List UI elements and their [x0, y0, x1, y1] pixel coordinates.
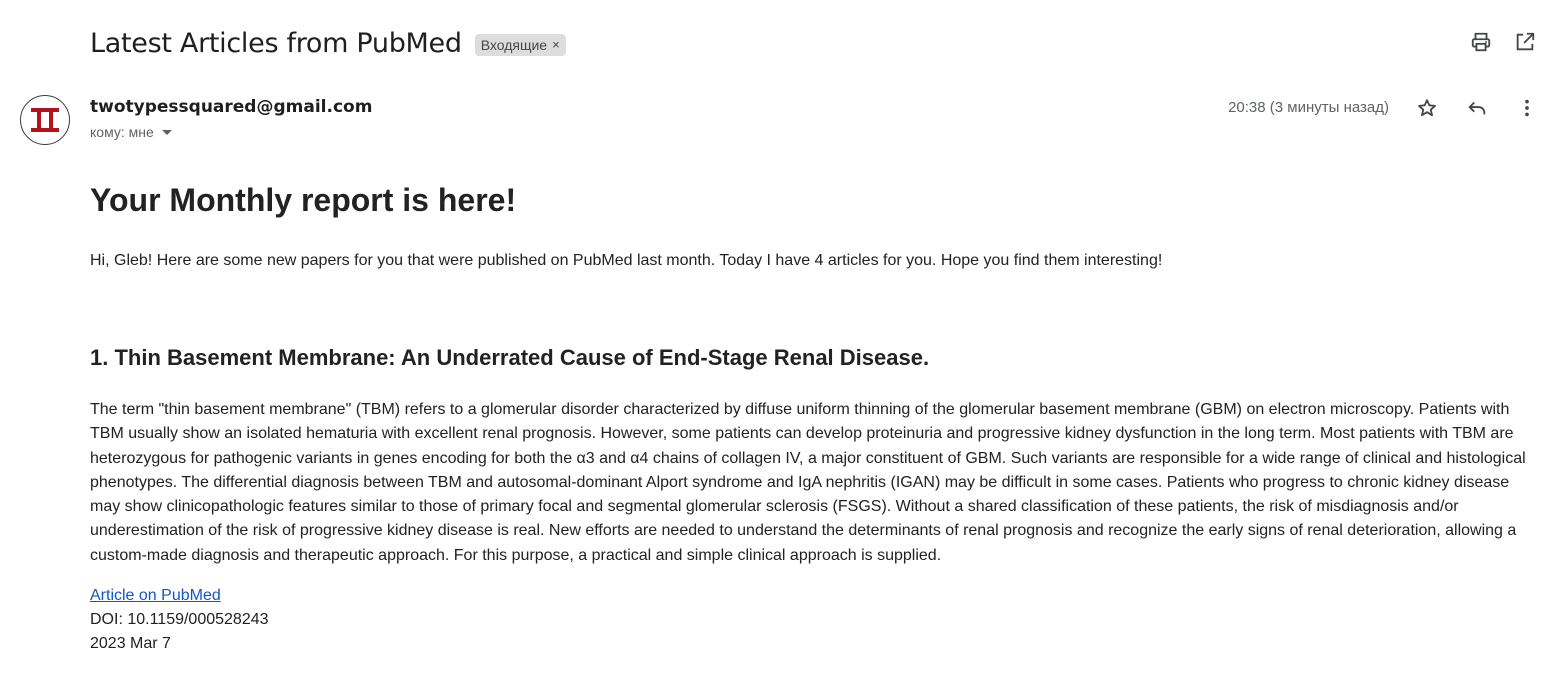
article-title: 1. Thin Basement Membrane: An Underrated… [90, 345, 930, 370]
more-vert-icon[interactable] [1515, 96, 1539, 120]
label-chip-inbox[interactable]: Входящие × [474, 33, 566, 56]
sender-email[interactable]: twotypessquared@gmail.com [90, 97, 372, 117]
article-item: 1. Thin Basement Membrane: An Underrated… [90, 343, 1540, 656]
message-body: Your Monthly report is here! Hi, Gleb! H… [90, 178, 1540, 656]
avatar-logo-icon [31, 108, 59, 132]
recipient-text: кому: мне [90, 124, 154, 140]
subject-row: Latest Articles from PubMed Входящие × [90, 26, 566, 60]
email-view: Latest Articles from PubMed Входящие × t… [0, 0, 1555, 678]
message-actions [1415, 96, 1539, 120]
open-in-new-window-icon[interactable] [1513, 30, 1537, 54]
article-doi: DOI: 10.1159/000528243 [90, 611, 269, 629]
chevron-down-icon[interactable] [161, 129, 172, 135]
message-timestamp: 20:38 (3 минуты назад) [1228, 99, 1389, 116]
report-title: Your Monthly report is here! [90, 182, 517, 218]
print-icon[interactable] [1469, 30, 1493, 54]
thread-actions [1469, 30, 1537, 54]
label-chip-text: Входящие [480, 36, 548, 53]
star-icon[interactable] [1415, 96, 1439, 120]
greeting-text: Hi, Gleb! Here are some new papers for y… [90, 252, 1163, 269]
email-subject: Latest Articles from PubMed [90, 27, 462, 59]
label-remove-icon[interactable]: × [552, 37, 560, 52]
article-link[interactable]: Article on PubMed [90, 584, 1540, 608]
article-abstract: The term "thin basement membrane" (TBM) … [90, 401, 1526, 564]
article-date: 2023 Mar 7 [90, 635, 171, 653]
reply-icon[interactable] [1465, 96, 1489, 120]
recipient-line: кому: мне [90, 124, 172, 140]
avatar[interactable] [20, 95, 70, 145]
